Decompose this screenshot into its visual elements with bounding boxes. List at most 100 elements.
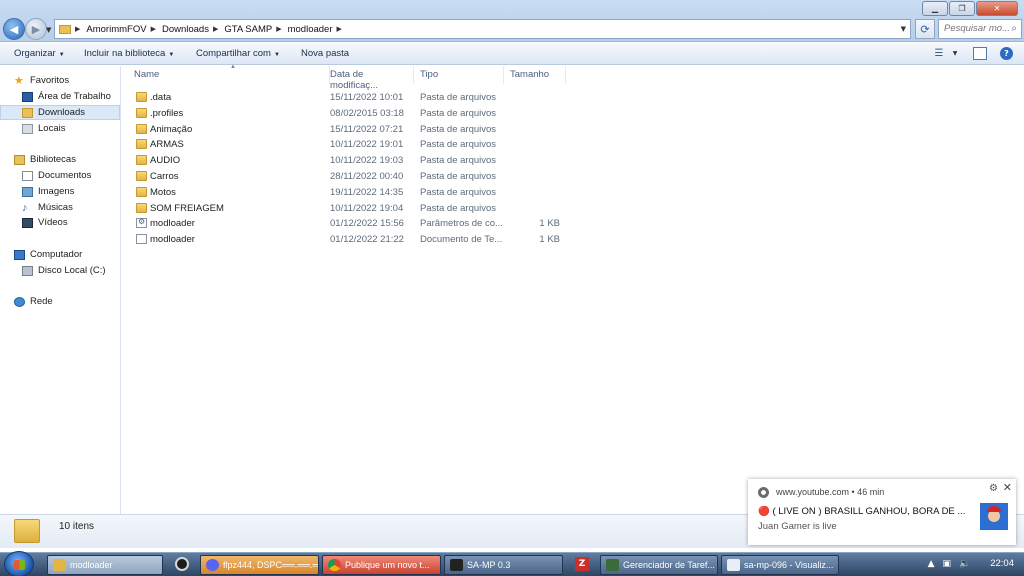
gear-icon[interactable]: ⚙ [989, 483, 998, 494]
nav-videos-label: Vídeos [38, 217, 68, 228]
nav-network-label: Rede [30, 296, 53, 307]
nav-computer[interactable]: Computador [14, 247, 134, 262]
network-icon [14, 296, 25, 307]
nav-libraries[interactable]: Bibliotecas [14, 152, 134, 167]
search-placeholder: Pesquisar mo... [944, 23, 1010, 34]
nav-local-disk[interactable]: Disco Local (C:) [0, 263, 120, 278]
taskbar-item-chrome[interactable]: Publique um novo t... [322, 555, 441, 575]
file-type: Pasta de arquivos [420, 92, 497, 103]
file-row[interactable]: Animação 15/11/2022 07:21 Pasta de arquivo… [122, 122, 582, 137]
folder-icon [53, 559, 66, 571]
file-row[interactable]: modloader 01/12/2022 21:22 Documento de Te… [122, 232, 582, 247]
nav-recent-label: Locais [38, 123, 66, 134]
chevron-right-icon[interactable]: ▶ [276, 25, 281, 33]
search-icon[interactable]: ⌕ [1011, 23, 1017, 34]
notification-source: www.youtube.com • 46 min [776, 487, 885, 497]
forward-button[interactable]: ▶ [25, 18, 47, 40]
obs-icon[interactable] [175, 557, 189, 571]
command-bar: Organizar ▼ Incluir na biblioteca ▼ Compar… [0, 43, 1024, 65]
star-icon: ★ [14, 74, 24, 87]
taskbar-item-samp[interactable]: SA-MP 0.3 [444, 555, 563, 575]
file-type: Pasta de arquivos [420, 123, 497, 135]
file-row[interactable]: Motos 19/11/2022 14:35 Pasta de arquivos [122, 185, 582, 200]
view-dropdown-icon[interactable]: ▼ [948, 47, 962, 60]
image-viewer-icon [727, 559, 740, 571]
close-icon[interactable]: ✕ [1003, 481, 1012, 494]
samp-icon [450, 559, 463, 571]
network-status-icon[interactable]: ▣ [942, 559, 951, 569]
breadcrumb-modloader[interactable]: modloader [288, 24, 333, 35]
chevron-right-icon[interactable]: ▶ [151, 25, 156, 33]
address-bar[interactable]: ▶ AmorimmFOV ▶ Downloads ▶ GTA SAMP ▶ mo… [54, 19, 911, 39]
refresh-button[interactable]: ⟳ [915, 19, 935, 39]
file-name: .profiles [150, 107, 184, 119]
nav-downloads-label: Downloads [38, 107, 85, 118]
browser-notification[interactable]: www.youtube.com • 46 min ⚙ ✕ 🔴 ( LIVE ON… [748, 479, 1016, 545]
taskbar-label: sa-mp-096 - Visualiz... [744, 560, 834, 570]
back-button[interactable]: ◀ [3, 18, 25, 40]
share-menu[interactable]: Compartilhar com ▼ [196, 48, 280, 59]
taskbar-item-image-viewer[interactable]: sa-mp-096 - Visualiz... [721, 555, 839, 575]
chevron-right-icon[interactable]: ▶ [337, 25, 342, 33]
nav-favorites[interactable]: ★ Favoritos [14, 73, 134, 88]
file-row[interactable]: Carros 28/11/2022 00:40 Pasta de arquivos [122, 169, 582, 184]
nav-videos[interactable]: Vídeos [0, 215, 120, 230]
documents-icon [22, 170, 33, 181]
filezilla-icon[interactable]: Z [575, 557, 589, 571]
breadcrumb-gta-samp[interactable]: GTA SAMP [224, 24, 272, 35]
view-options-icon[interactable]: ☰ [932, 47, 946, 60]
file-row[interactable]: .data 15/11/2022 10:01 Pasta de arquivos [122, 90, 582, 105]
breadcrumb-downloads[interactable]: Downloads [162, 24, 209, 35]
folder-icon [136, 107, 147, 118]
new-folder-button[interactable]: Nova pasta [301, 48, 349, 59]
column-header-name[interactable]: ▲ Name [128, 64, 330, 84]
nav-recent-places[interactable]: Locais [0, 121, 120, 136]
nav-disk-label: Disco Local (C:) [38, 265, 106, 276]
nav-music[interactable]: ♪ Músicas [0, 200, 120, 215]
file-row[interactable]: SOM FREIAGEM 10/11/2022 19:04 Pasta de arq… [122, 201, 582, 216]
preview-pane-icon[interactable] [973, 47, 987, 60]
taskbar-label: flpz444, DSPC══.══.═══ [223, 560, 319, 570]
nav-images[interactable]: Imagens [0, 184, 120, 199]
show-hidden-icons-icon[interactable]: ▲ [928, 559, 935, 569]
file-name: modloader [150, 218, 195, 230]
nav-network[interactable]: Rede [14, 294, 134, 309]
maximize-button[interactable]: ❐ [949, 1, 975, 16]
nav-desktop[interactable]: Área de Trabalho [0, 89, 120, 104]
include-library-menu[interactable]: Incluir na biblioteca ▼ [84, 48, 174, 59]
taskbar-item-discord[interactable]: flpz444, DSPC══.══.═══ [200, 555, 319, 575]
task-manager-icon [606, 559, 619, 571]
breadcrumb-amorimmfov[interactable]: AmorimmFOV [86, 24, 146, 35]
search-input[interactable]: Pesquisar mo... ⌕ [938, 19, 1022, 39]
recent-pages-dropdown[interactable]: ▼ [46, 26, 51, 34]
file-row[interactable]: .profiles 08/02/2015 03:18 Pasta de arquiv… [122, 106, 582, 121]
file-row[interactable]: modloader 01/12/2022 15:56 Parâmetros de c… [122, 216, 582, 231]
pictures-icon [22, 186, 33, 197]
volume-icon[interactable]: 🔈 [959, 559, 970, 569]
chevron-right-icon[interactable]: ▶ [75, 25, 80, 33]
organize-menu[interactable]: Organizar ▼ [14, 48, 65, 59]
close-button[interactable]: ✕ [976, 1, 1018, 16]
column-header-size[interactable]: Tamanho [504, 66, 566, 84]
nav-favorites-label: Favoritos [30, 75, 70, 86]
file-name: AUDIO [150, 155, 181, 167]
videos-icon [22, 217, 33, 228]
file-date: 28/11/2022 00:40 [330, 171, 404, 182]
minimize-button[interactable]: ▁ [922, 1, 948, 16]
column-header-date[interactable]: Data de modificaç... [324, 66, 414, 91]
file-date: 10/11/2022 19:01 [330, 139, 404, 151]
nav-downloads[interactable]: Downloads [0, 105, 120, 120]
nav-documents[interactable]: Documentos [0, 168, 120, 183]
taskbar-item-explorer[interactable]: modloader [47, 555, 163, 575]
nav-documents-label: Documentos [38, 170, 92, 181]
file-row[interactable]: AUDIO 10/11/2022 19:03 Pasta de arquivos [122, 153, 582, 168]
notification-title: 🔴 ( LIVE ON ) BRASILL GANHOU, BORA DE ..… [758, 506, 966, 517]
start-button[interactable] [4, 551, 34, 576]
taskbar-item-task-manager[interactable]: Gerenciador de Taref... [600, 555, 718, 575]
clock[interactable]: 22:04 [990, 558, 1014, 569]
chevron-right-icon[interactable]: ▶ [213, 25, 218, 33]
column-header-type[interactable]: Tipo [414, 66, 504, 84]
chevron-down-icon[interactable]: ▼ [901, 25, 906, 33]
file-row[interactable]: ARMAS 10/11/2022 19:01 Pasta de arquivos [122, 137, 582, 152]
help-icon[interactable]: ? [1000, 47, 1013, 60]
